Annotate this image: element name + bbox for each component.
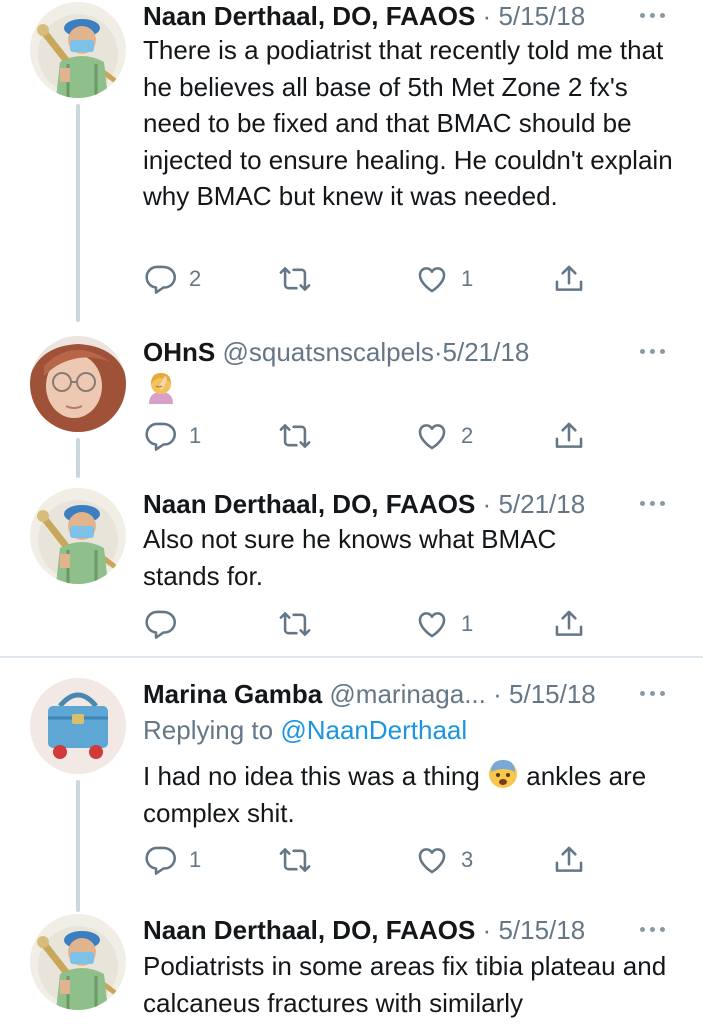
tweet-header: Marina Gamba @marinaga... · 5/15/18 (143, 676, 683, 712)
tweet-actions: 1 2 (143, 416, 603, 456)
cartoon-doctor-avatar-image (30, 914, 126, 1010)
like-button[interactable]: 1 (415, 259, 473, 299)
thread-line (76, 780, 80, 912)
more-options-icon[interactable] (639, 914, 667, 942)
thread-line (76, 104, 80, 322)
tweet-header: Naan Derthaal, DO, FAAOS · 5/21/18 (143, 486, 683, 522)
share-button[interactable] (552, 604, 586, 644)
tweet-actions: 2 1 (143, 259, 603, 299)
heart-icon (415, 607, 449, 641)
tweet-date[interactable]: 5/15/18 (498, 1, 585, 31)
tweet-actions: 1 (143, 604, 603, 644)
share-button[interactable] (552, 416, 586, 456)
avatar[interactable] (30, 678, 126, 774)
reply-count: 2 (189, 266, 202, 291)
avatar[interactable] (30, 336, 126, 432)
avatar[interactable] (30, 488, 126, 584)
reply-button[interactable]: 1 (143, 840, 201, 880)
fearful-face-emoji (489, 760, 518, 788)
separator: · (482, 915, 492, 945)
reply-icon (143, 262, 177, 296)
reply-count: 1 (189, 847, 202, 872)
tweet-text: I had no idea this was a thing ankles ar… (143, 758, 663, 831)
display-name[interactable]: Naan Derthaal, DO, FAAOS (143, 1, 475, 31)
tweet-actions: 1 3 (143, 840, 603, 880)
share-icon (552, 607, 586, 641)
more-options-icon[interactable] (639, 0, 667, 28)
retweet-icon (278, 419, 312, 453)
tweet-header: Naan Derthaal, DO, FAAOS · 5/15/18 (143, 912, 683, 948)
woman-facepalming-emoji (143, 370, 179, 411)
share-button[interactable] (552, 840, 586, 880)
replying-to-label: Replying to (143, 715, 274, 745)
reply-count: 1 (189, 423, 202, 448)
user-handle[interactable]: @squatsnscalpels (222, 337, 433, 367)
heart-icon (415, 419, 449, 453)
retweet-button[interactable] (278, 840, 312, 880)
replying-to: Replying to @NaanDerthaal (143, 712, 467, 748)
display-name[interactable]: OHnS (143, 337, 215, 367)
reply-icon (143, 607, 177, 641)
reply-button[interactable] (143, 604, 177, 644)
tweet-text: Also not sure he knows what BMAC stands … (143, 524, 557, 591)
avatar[interactable] (30, 2, 126, 98)
retweet-button[interactable] (278, 416, 312, 456)
like-count: 1 (461, 611, 474, 636)
blue-bag-avatar-image (30, 678, 126, 774)
tweet-date[interactable]: 5/15/18 (498, 915, 585, 945)
separator: · (482, 489, 492, 519)
like-count: 2 (461, 423, 474, 448)
display-name[interactable]: Naan Derthaal, DO, FAAOS (143, 915, 475, 945)
retweet-icon (278, 843, 312, 877)
cartoon-doctor-avatar-image (30, 2, 126, 98)
thread-divider (0, 656, 703, 658)
mention-link[interactable]: @NaanDerthaal (280, 715, 467, 745)
cartoon-doctor-avatar-image (30, 488, 126, 584)
like-button[interactable]: 1 (415, 604, 473, 644)
more-options-icon[interactable] (639, 678, 667, 706)
share-button[interactable] (552, 259, 586, 299)
share-icon (552, 419, 586, 453)
tweet-text: Podiatrists in some areas fix tibia plat… (143, 951, 667, 1018)
reply-icon (143, 419, 177, 453)
separator: · (433, 337, 443, 367)
retweet-button[interactable] (278, 259, 312, 299)
reply-icon (143, 843, 177, 877)
separator: · (482, 1, 492, 31)
retweet-button[interactable] (278, 604, 312, 644)
like-count: 1 (461, 266, 474, 291)
tweet-date[interactable]: 5/15/18 (509, 679, 596, 709)
woman-with-glasses-avatar-image (30, 336, 126, 432)
share-icon (552, 843, 586, 877)
user-handle[interactable]: @marinaga... (329, 679, 485, 709)
retweet-icon (278, 262, 312, 296)
tweet-text: There is a podiatrist that recently told… (143, 35, 673, 211)
reply-button[interactable]: 2 (143, 259, 201, 299)
like-count: 3 (461, 847, 474, 872)
heart-icon (415, 262, 449, 296)
tweet-header: Naan Derthaal, DO, FAAOS · 5/15/18 (143, 0, 683, 34)
display-name[interactable]: Naan Derthaal, DO, FAAOS (143, 489, 475, 519)
share-icon (552, 262, 586, 296)
reply-button[interactable]: 1 (143, 416, 201, 456)
heart-icon (415, 843, 449, 877)
tweet-date[interactable]: 5/21/18 (498, 489, 585, 519)
separator: · (493, 679, 502, 709)
more-options-icon[interactable] (639, 488, 667, 516)
display-name[interactable]: Marina Gamba (143, 679, 322, 709)
thread-line (76, 438, 80, 478)
like-button[interactable]: 2 (415, 416, 473, 456)
avatar[interactable] (30, 914, 126, 1010)
tweet-date[interactable]: 5/21/18 (443, 337, 530, 367)
more-options-icon[interactable] (639, 336, 667, 364)
like-button[interactable]: 3 (415, 840, 473, 880)
retweet-icon (278, 607, 312, 641)
tweet-text-part-1: I had no idea this was a thing (143, 761, 480, 791)
tweet-header: OHnS @squatsnscalpels·5/21/18 (143, 334, 683, 370)
